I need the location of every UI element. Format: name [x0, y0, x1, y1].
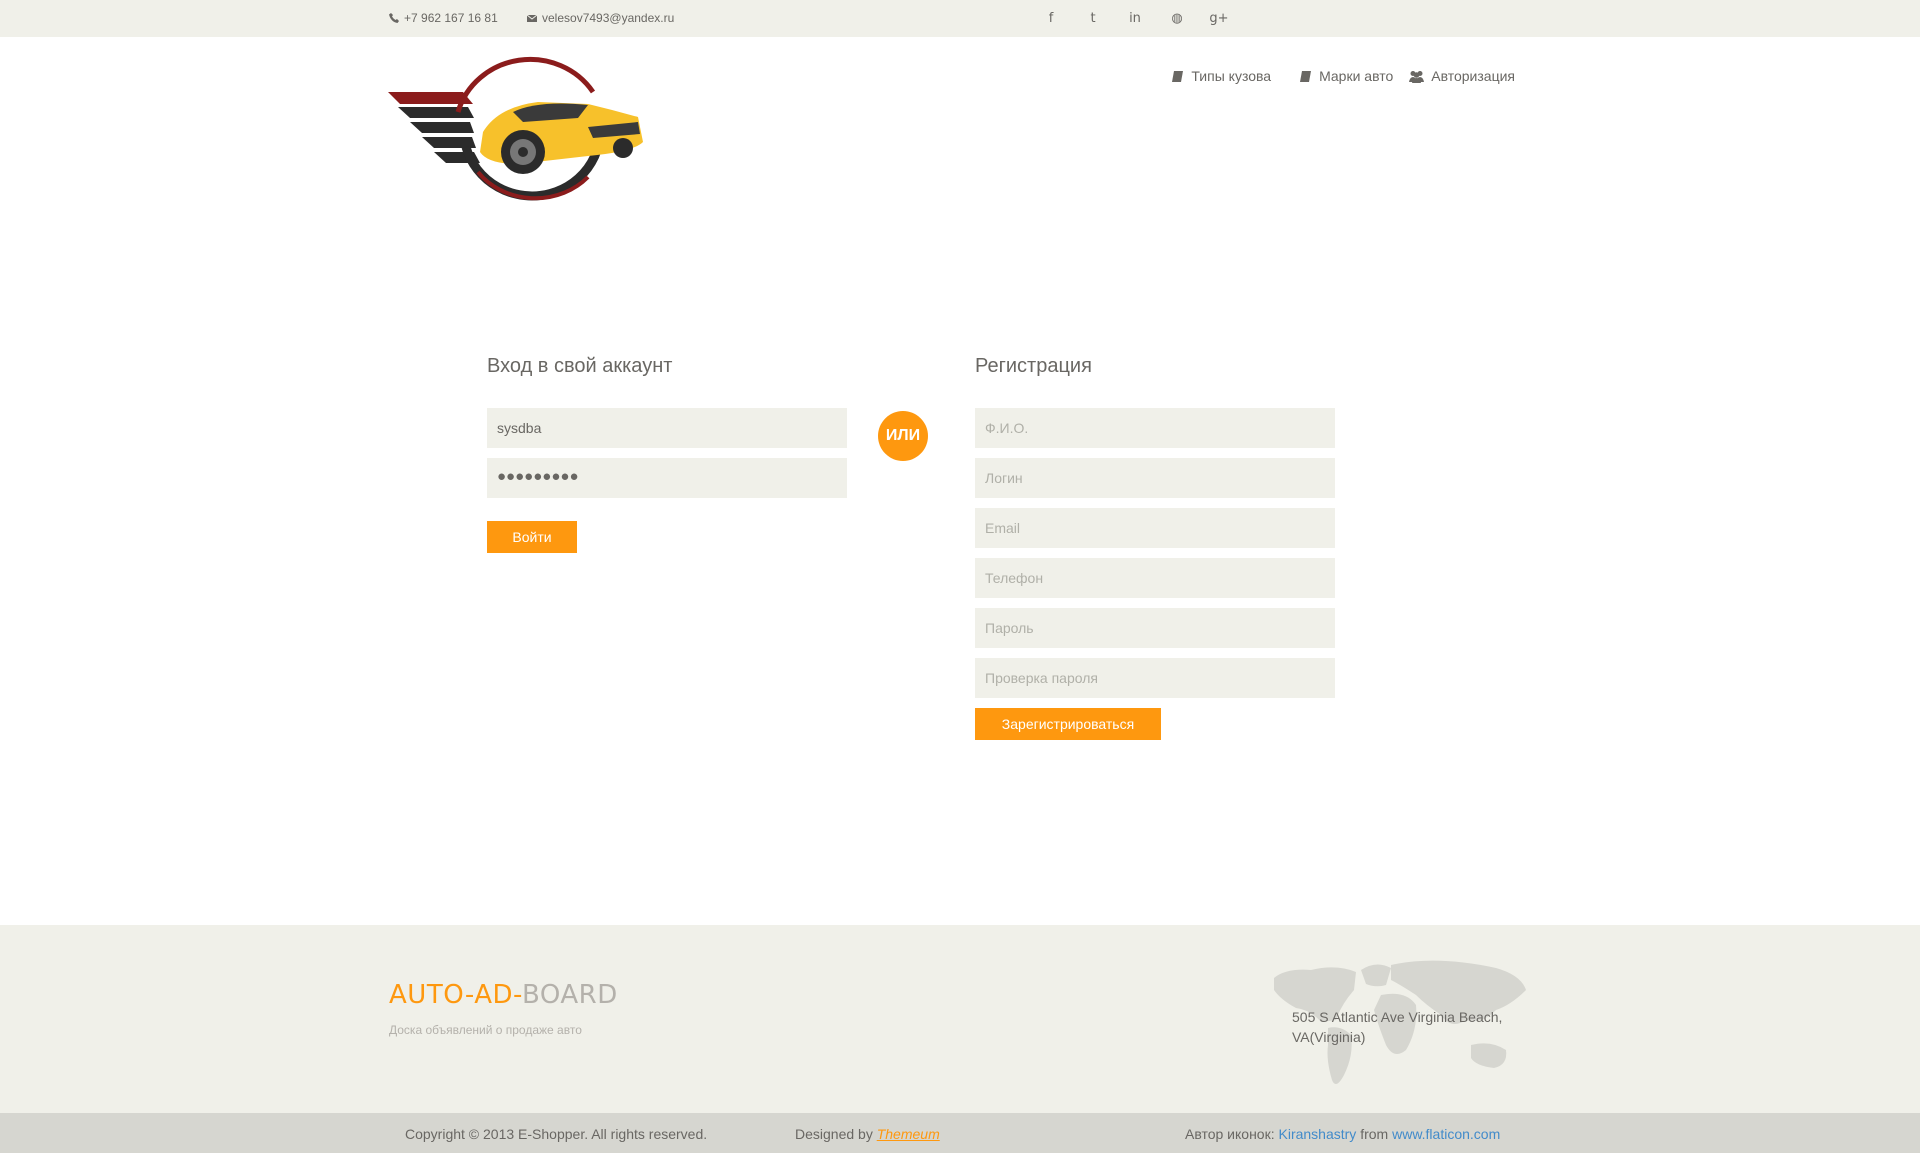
dribbble-icon[interactable]: ◍ [1156, 8, 1198, 28]
email-field[interactable] [975, 508, 1335, 548]
brand-part2: BOARD [521, 980, 618, 1010]
password-field[interactable] [487, 458, 847, 498]
reg-password-field[interactable] [975, 608, 1335, 648]
register-title: Регистрация [975, 355, 1092, 377]
envelope-icon [527, 14, 537, 22]
footer-brand: AUTO-AD-BOARD [389, 980, 618, 1010]
book-icon [1300, 70, 1312, 82]
main-nav: Типы кузова Марки авто Авторизация [1171, 68, 1515, 84]
nav-auth[interactable]: Авторизация [1409, 68, 1515, 84]
designed-by-label: Designed by [795, 1126, 873, 1142]
footer-bottom-bar: Copyright © 2013 E-Shopper. All rights r… [0, 1113, 1920, 1153]
footer [0, 925, 1920, 1113]
register-button[interactable]: Зарегистрироваться [975, 708, 1161, 740]
password-confirm-field[interactable] [975, 658, 1335, 698]
fio-field[interactable] [975, 408, 1335, 448]
nav-car-brands[interactable]: Марки авто [1299, 68, 1393, 84]
header-top-bar: +7 962 167 16 81 velesov7493@yandex.ru f… [0, 0, 1920, 37]
phone-icon [389, 13, 399, 23]
nav-body-types-label: Типы кузова [1191, 68, 1272, 84]
footer-address: 505 S Atlantic Ave Virginia Beach, VA(Vi… [1292, 1009, 1503, 1045]
footer-tagline: Доска объявлений о продаже авто [389, 1023, 582, 1037]
login-title: Вход в свой аккаунт [487, 355, 673, 377]
icons-author-label: Автор иконок: [1185, 1126, 1275, 1142]
email-contact[interactable]: velesov7493@yandex.ru [527, 11, 674, 25]
login-field[interactable] [975, 458, 1335, 498]
copyright-text: Copyright © 2013 E-Shopper. All rights r… [405, 1126, 708, 1142]
login-button[interactable]: Войти [487, 521, 577, 553]
or-badge: ИЛИ [878, 411, 928, 461]
site-logo[interactable] [388, 52, 648, 202]
phone-field[interactable] [975, 558, 1335, 598]
username-field[interactable] [487, 408, 847, 448]
social-links: f t in ◍ g+ [1030, 8, 1240, 28]
twitter-icon[interactable]: t [1072, 8, 1114, 28]
nav-body-types[interactable]: Типы кузова [1171, 68, 1271, 84]
google-plus-icon[interactable]: g+ [1198, 8, 1240, 28]
users-icon [1409, 70, 1425, 83]
designed-by: Designed by Themeum [795, 1126, 940, 1142]
from-label: from [1360, 1126, 1389, 1142]
flaticon-link[interactable]: www.flaticon.com [1392, 1126, 1500, 1142]
nav-car-brands-label: Марки авто [1319, 68, 1394, 84]
designer-link[interactable]: Themeum [877, 1126, 940, 1142]
nav-auth-label: Авторизация [1431, 68, 1515, 84]
facebook-icon[interactable]: f [1030, 8, 1072, 28]
email-address: velesov7493@yandex.ru [542, 11, 675, 25]
icons-credit: Автор иконок: Kiranshastry from www.flat… [1185, 1126, 1500, 1142]
icons-author-link[interactable]: Kiranshastry [1279, 1126, 1357, 1142]
book-icon [1172, 70, 1184, 82]
linkedin-icon[interactable]: in [1114, 8, 1156, 28]
phone-contact[interactable]: +7 962 167 16 81 [389, 11, 498, 25]
brand-part1: AUTO-AD- [389, 980, 522, 1010]
phone-number: +7 962 167 16 81 [404, 11, 498, 25]
